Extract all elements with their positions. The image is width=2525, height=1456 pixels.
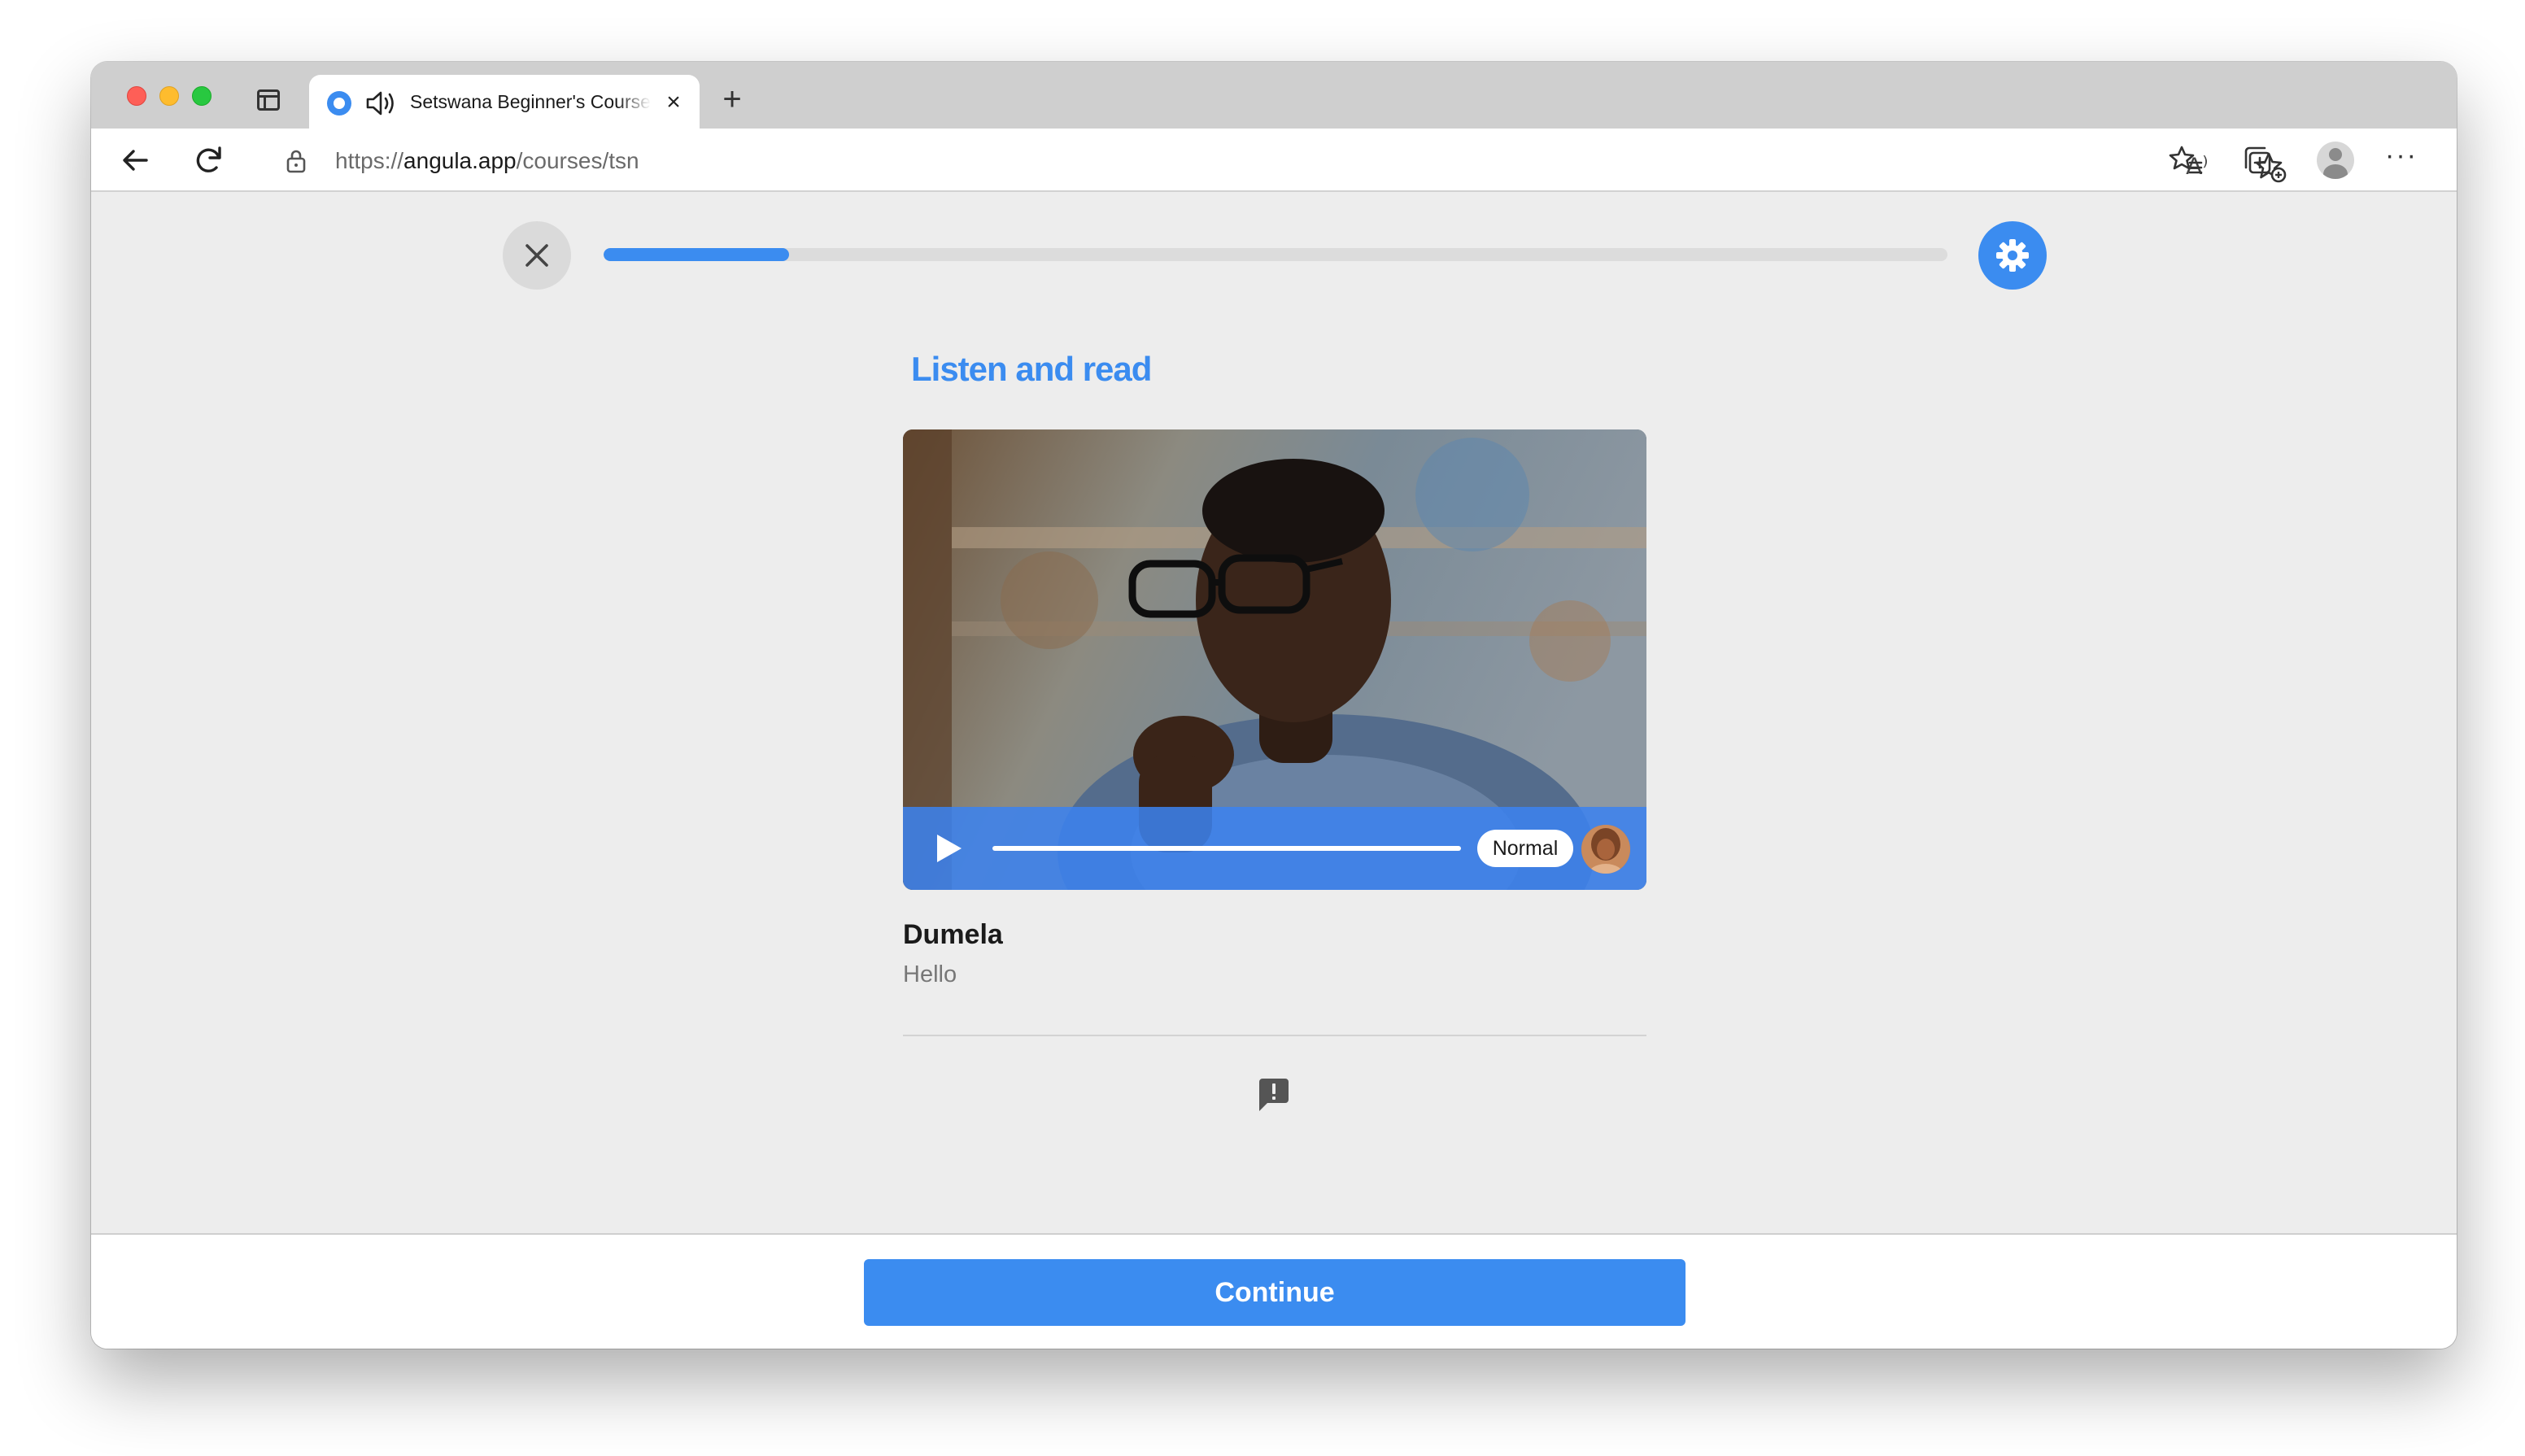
close-tab-icon[interactable]: × [662, 90, 685, 115]
close-icon [525, 244, 548, 267]
continue-button[interactable]: Continue [864, 1259, 1686, 1326]
favorites-icon[interactable] [2169, 143, 2203, 177]
angula-favicon-icon [327, 91, 351, 116]
english-translation: Hello [903, 961, 957, 987]
url-path: /courses/tsn [516, 148, 639, 173]
url-scheme: https:// [335, 148, 404, 173]
tab-strip: Setswana Beginner's Course × + [91, 62, 2457, 129]
report-icon[interactable] [1254, 1075, 1293, 1114]
more-icon[interactable]: ··· [2383, 142, 2419, 176]
sidebar-icon[interactable] [257, 89, 280, 111]
lesson-heading: Listen and read [911, 350, 1152, 388]
maximize-window-button[interactable] [192, 86, 212, 106]
speaker-avatar[interactable] [1581, 825, 1630, 874]
profile-icon[interactable] [2317, 142, 2354, 179]
close-lesson-button[interactable] [503, 221, 571, 290]
gear-icon [1996, 239, 2029, 272]
tab-setswana-course[interactable]: Setswana Beginner's Course × [309, 75, 700, 129]
address-bar[interactable]: https://angula.app/courses/tsn A⁾ [255, 135, 2287, 185]
lesson-footer: Continue [91, 1233, 2457, 1349]
url-domain: angula.app [403, 148, 517, 173]
minimize-window-button[interactable] [159, 86, 179, 106]
collections-icon[interactable] [2240, 143, 2274, 177]
browser-window: Setswana Beginner's Course × + https://a… [91, 62, 2457, 1349]
browser-toolbar: https://angula.app/courses/tsn A⁾ ··· [91, 129, 2457, 192]
audio-icon[interactable] [364, 89, 397, 117]
lesson-progress-fill [604, 248, 789, 261]
audio-scrubber[interactable] [992, 846, 1461, 851]
setswana-phrase: Dumela [903, 919, 1003, 950]
audio-player: Normal [903, 807, 1646, 890]
close-window-button[interactable] [127, 86, 146, 106]
playback-speed-button[interactable]: Normal [1477, 830, 1573, 867]
back-arrow-icon[interactable] [116, 140, 156, 181]
lock-icon[interactable] [285, 148, 307, 174]
new-tab-button[interactable]: + [716, 83, 748, 117]
settings-button[interactable] [1978, 221, 2047, 290]
play-icon[interactable] [932, 831, 965, 865]
content-divider [903, 1035, 1646, 1036]
tab-title: Setswana Beginner's Course [410, 91, 651, 112]
reload-icon[interactable] [189, 140, 229, 181]
media-card: Normal [903, 429, 1646, 890]
lesson-progress-bar [604, 248, 1947, 261]
url-text[interactable]: https://angula.app/courses/tsn [335, 148, 639, 174]
